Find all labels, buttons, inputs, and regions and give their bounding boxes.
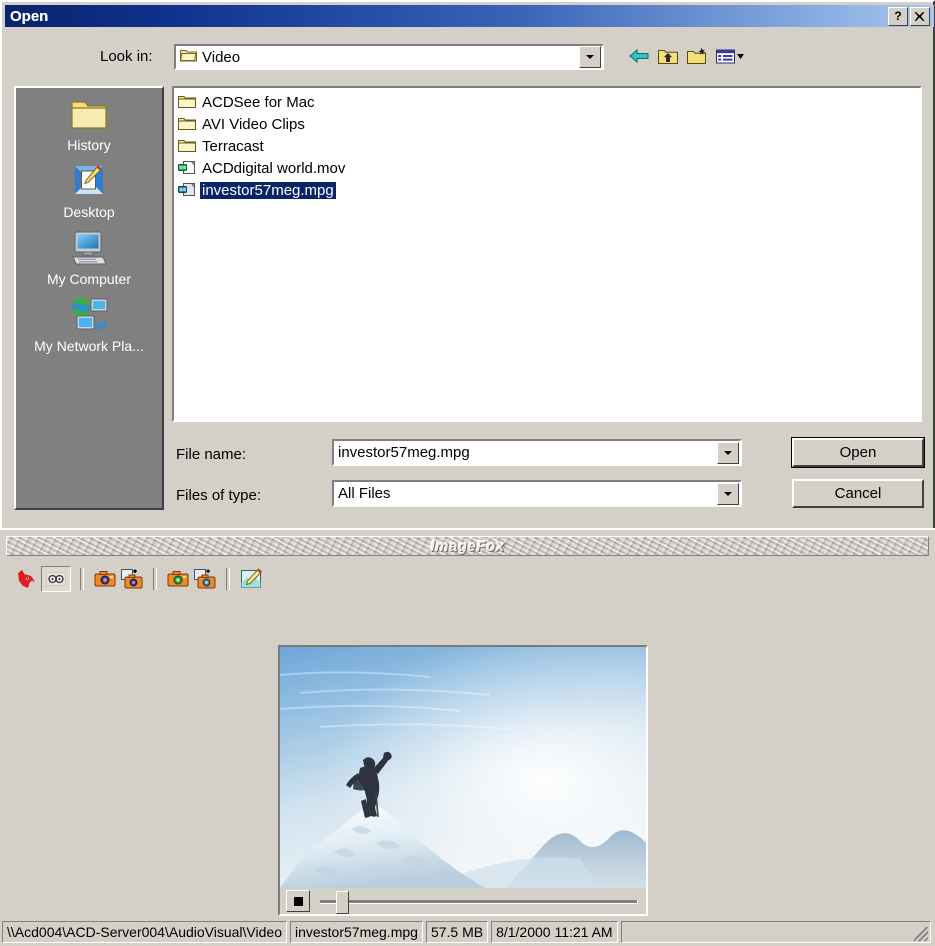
video-preview-frame [278, 645, 648, 890]
video-file-icon [178, 182, 196, 198]
filename-value: investor57meg.mpg [338, 444, 470, 461]
place-item-my-network-places[interactable]: My Network Pla... [16, 293, 162, 356]
seek-slider[interactable] [320, 891, 638, 914]
place-item-history[interactable]: History [16, 92, 162, 155]
titlebar-buttons: ? [888, 6, 934, 26]
places-bar: History Desktop My Computer My Network P… [14, 86, 164, 510]
status-empty-cell [620, 921, 931, 943]
toolbar-separator [80, 568, 84, 590]
history-folder-icon [66, 94, 112, 136]
binoculars-toggle-icon[interactable] [41, 566, 71, 592]
open-dialog: Open ? Look in: Video History Desktop My… [0, 0, 935, 528]
place-label: History [67, 137, 111, 153]
toolbar-separator [226, 568, 230, 590]
folder-icon [178, 138, 196, 154]
list-item[interactable]: ACDdigital world.mov [176, 157, 347, 179]
close-icon[interactable] [910, 6, 930, 26]
status-datetime: 8/1/2000 11:21 AM [491, 921, 618, 943]
status-bar: \\Acd004\ACD-Server004\AudioVisual\Video… [2, 920, 931, 944]
imagefox-panel: ImageFox \\Acd004\ACD-Server004\AudioVis… [0, 528, 935, 946]
app-root: Open ? Look in: Video History Desktop My… [0, 0, 935, 946]
lookin-dropdown-arrow-icon[interactable] [579, 46, 601, 68]
seek-thumb[interactable] [336, 891, 349, 914]
resize-grip-icon[interactable] [914, 927, 928, 941]
toolbar-separator [153, 568, 157, 590]
file-name: Terracast [202, 137, 264, 155]
file-name: ACDdigital world.mov [202, 159, 346, 177]
filetype-value: All Files [338, 485, 391, 502]
close-glyph [915, 11, 925, 21]
acquire-camera-icon[interactable] [93, 567, 117, 591]
stop-icon[interactable] [286, 890, 310, 912]
add-camera-image-icon[interactable] [120, 567, 144, 591]
fox-logo-icon[interactable] [14, 567, 38, 591]
file-name: ACDSee for Mac [202, 93, 315, 111]
dialog-titlebar: Open ? [5, 5, 934, 27]
filetype-label: Files of type: [176, 487, 262, 504]
place-item-my-computer[interactable]: My Computer [16, 226, 162, 289]
place-item-desktop[interactable]: Desktop [16, 159, 162, 222]
filename-dropdown-arrow-icon[interactable] [717, 441, 739, 464]
acquire-camera-green-icon[interactable] [166, 567, 190, 591]
my-network-places-icon [66, 295, 112, 337]
list-item[interactable]: ACDSee for Mac [176, 91, 317, 113]
filetype-dropdown-arrow-icon[interactable] [717, 482, 739, 505]
file-list[interactable]: ACDSee for Mac AVI Video Clips Terracast… [172, 86, 922, 422]
imagefox-titlebar: ImageFox [6, 536, 929, 556]
filetype-select[interactable]: All Files [332, 480, 742, 507]
my-computer-icon [66, 228, 112, 270]
status-filesize: 57.5 MB [425, 921, 489, 943]
imagefox-toolbar [4, 562, 935, 596]
file-name: investor57meg.mpg [200, 181, 336, 199]
video-player-controls [278, 888, 648, 916]
views-dropdown-icon[interactable] [715, 46, 745, 68]
filename-label: File name: [176, 446, 247, 463]
video-preview-image [280, 647, 646, 888]
folder-icon [178, 94, 196, 110]
lookin-value: Video [202, 48, 241, 66]
cancel-button[interactable]: Cancel [792, 479, 924, 508]
place-label: Desktop [63, 204, 115, 220]
filename-input[interactable]: investor57meg.mpg [332, 439, 742, 466]
seek-track [320, 900, 638, 904]
list-item[interactable]: AVI Video Clips [176, 113, 307, 135]
status-path: \\Acd004\ACD-Server004\AudioVisual\Video [2, 921, 287, 943]
help-button[interactable]: ? [888, 6, 908, 26]
open-button[interactable]: Open [792, 438, 924, 467]
add-camera-image-green-icon[interactable] [193, 567, 217, 591]
folder-icon [178, 116, 196, 132]
edit-image-icon[interactable] [239, 567, 263, 591]
place-label: My Computer [46, 271, 132, 287]
list-item[interactable]: Terracast [176, 135, 266, 157]
back-arrow-icon[interactable] [628, 46, 650, 68]
lookin-label: Look in: [100, 48, 153, 65]
video-file-icon [178, 160, 196, 176]
lookin-combobox[interactable]: Video [174, 44, 604, 70]
new-folder-icon[interactable] [686, 46, 708, 68]
dialog-title: Open [10, 7, 49, 25]
status-filename: investor57meg.mpg [289, 921, 423, 943]
place-label: My Network Pla... [34, 338, 144, 354]
up-one-level-icon[interactable] [657, 46, 679, 68]
desktop-icon [66, 161, 112, 203]
file-name: AVI Video Clips [202, 115, 305, 133]
folder-icon [179, 48, 197, 67]
list-item-selected[interactable]: investor57meg.mpg [176, 179, 336, 201]
dialog-nav-toolbar [628, 46, 745, 68]
imagefox-title: ImageFox [430, 537, 505, 555]
